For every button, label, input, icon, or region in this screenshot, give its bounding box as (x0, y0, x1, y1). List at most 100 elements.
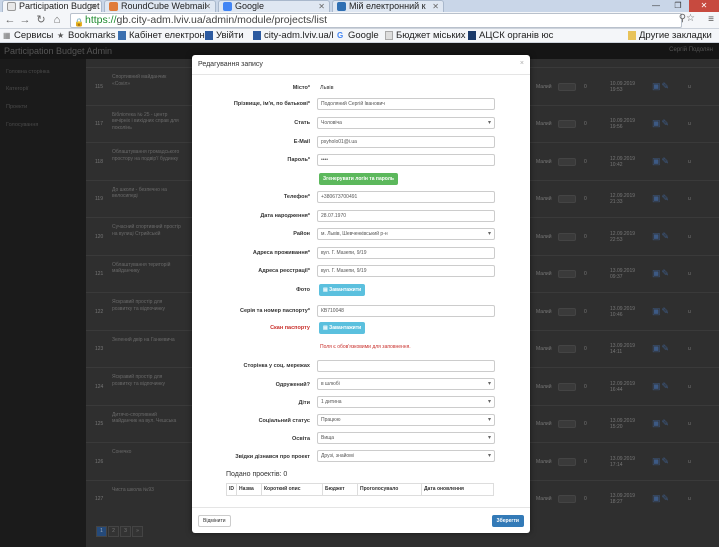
social-status-select[interactable]: Працюю (317, 414, 495, 426)
back-icon[interactable]: ← (4, 14, 16, 26)
address-input[interactable]: вул. Г. Мазепи, 9/19 (317, 247, 495, 259)
page-link[interactable]: 2 (108, 526, 119, 537)
row-status: Малий (536, 458, 552, 465)
pdf-edit-icons[interactable]: ▣✎ (652, 418, 670, 429)
minimize-icon[interactable]: — (645, 0, 667, 12)
district-select[interactable]: м. Львів, Шевченківський р-н (317, 228, 495, 240)
bookmark-budget[interactable]: Бюджет міських (385, 29, 466, 42)
row-select[interactable] (558, 232, 576, 241)
row-select[interactable] (558, 82, 576, 91)
row-select[interactable] (558, 307, 576, 316)
row-title: Облаштування громадського простору на по… (112, 149, 180, 162)
source-select[interactable]: Друзі, знайомі (317, 450, 495, 462)
save-button[interactable]: Зберегти (491, 515, 524, 527)
generate-credentials-button[interactable]: Згенерувати логін та пароль (319, 173, 398, 185)
bookmark-city-adm[interactable]: city-adm.lviv.ua/l (253, 29, 334, 42)
close-icon[interactable]: ✕ (204, 1, 211, 12)
dob-input[interactable]: 28.07.1970 (317, 210, 495, 222)
bookmark-services[interactable]: ▦ Сервисы (3, 29, 53, 42)
forward-icon[interactable]: → (19, 14, 31, 26)
bookmark-login[interactable]: Увійти (205, 29, 244, 42)
cancel-button[interactable]: Відмінити (198, 515, 231, 527)
pdf-edit-icons[interactable]: ▣✎ (652, 381, 670, 392)
page-link[interactable]: » (132, 526, 143, 537)
zoom-star-icons[interactable]: ⚲☆ (679, 13, 695, 24)
address-bar[interactable]: 🔒 https://gb.city-adm.lviv.ua/admin/modu… (70, 13, 682, 28)
sidebar-item-categories[interactable]: Категорії (6, 86, 28, 92)
passport-input[interactable]: КВ710048 (317, 305, 495, 317)
tab-roundcube[interactable]: RoundCube Webmail ✕ (104, 0, 216, 12)
row-select[interactable] (558, 382, 576, 391)
row-select[interactable] (558, 457, 576, 466)
menu-icon[interactable]: ≡ (708, 14, 714, 25)
upload-scan-button[interactable]: ▤ Завантажити (319, 322, 366, 334)
current-user[interactable]: Сергiй Подолян (669, 47, 713, 53)
bookmark-acsk[interactable]: АЦСК органів юс (468, 29, 553, 42)
tab-participation-budget[interactable]: Participation Budget ✕ (2, 0, 102, 12)
page-link[interactable]: 1 (96, 526, 107, 537)
pdf-edit-icons[interactable]: ▣✎ (652, 81, 670, 92)
close-icon[interactable]: ✕ (432, 1, 439, 12)
password-input[interactable]: •••• (317, 154, 495, 166)
children-select[interactable]: 1 дитина (317, 396, 495, 408)
bookmark-bookmarks[interactable]: ★ Bookmarks (57, 29, 116, 42)
row-flag: u (688, 308, 691, 315)
pdf-edit-icons[interactable]: ▣✎ (652, 193, 670, 204)
close-icon[interactable]: × (520, 60, 524, 67)
row-status: Малий (536, 158, 552, 165)
pdf-edit-icons[interactable]: ▣✎ (652, 268, 670, 279)
reg-address-input[interactable]: вул. Г. Мазепи, 9/19 (317, 265, 495, 277)
row-select[interactable] (558, 345, 576, 354)
social-input[interactable] (317, 360, 495, 372)
row-select[interactable] (558, 195, 576, 204)
bookmark-other[interactable]: Другие закладки (628, 29, 712, 42)
pdf-edit-icons[interactable]: ▣✎ (652, 456, 670, 467)
row-select[interactable] (558, 495, 576, 504)
bookmark-google[interactable]: G Google (337, 29, 379, 42)
close-icon[interactable]: ✕ (318, 1, 325, 12)
reload-icon[interactable]: ↻ (35, 14, 47, 26)
name-input[interactable]: Подоляний Сергій Іванович (317, 98, 495, 110)
window-close-icon[interactable]: ✕ (689, 0, 719, 12)
tab-google[interactable]: Google ✕ (218, 0, 330, 12)
row-select[interactable] (558, 420, 576, 429)
row-votes: 0 (584, 121, 587, 128)
bookmark-cabinet[interactable]: Кабінет електроні (118, 29, 207, 42)
sidebar-item-home[interactable]: Головна сторінка (6, 69, 50, 75)
pdf-edit-icons[interactable]: ▣✎ (652, 156, 670, 167)
married-select[interactable]: в шлюбі (317, 378, 495, 390)
row-flag: u (688, 458, 691, 465)
row-number: 125 (95, 421, 104, 428)
window-controls: — ❐ ✕ (645, 0, 719, 12)
pdf-edit-icons[interactable]: ▣✎ (652, 118, 670, 129)
app-title: Participation Budget Admin (4, 46, 113, 56)
tab-cabinet[interactable]: Мій електронний к ✕ (332, 0, 444, 12)
home-icon[interactable]: ⌂ (51, 14, 63, 26)
passport-label: Серія та номер паспорту* (240, 308, 310, 314)
pdf-edit-icons[interactable]: ▣✎ (652, 493, 670, 504)
row-title: Дитячо-спортивний майданчик на вул. Чешс… (112, 411, 177, 425)
row-votes: 0 (584, 308, 587, 315)
row-flag: u (688, 158, 691, 165)
upload-photo-button[interactable]: ▤ Завантажити (319, 284, 366, 296)
pdf-edit-icons[interactable]: ▣✎ (652, 231, 670, 242)
page-link[interactable]: 3 (120, 526, 131, 537)
row-select[interactable] (558, 270, 576, 279)
row-flag: u (688, 83, 691, 90)
row-number: 122 (95, 308, 104, 315)
sidebar-item-voting[interactable]: Голосування (6, 122, 38, 128)
row-select[interactable] (558, 120, 576, 129)
pdf-edit-icons[interactable]: ▣✎ (652, 306, 670, 317)
sidebar-item-projects[interactable]: Проекти (6, 104, 27, 110)
children-label: Діти (298, 400, 310, 406)
gender-select[interactable]: Чоловіча (317, 117, 495, 129)
close-icon[interactable]: ✕ (90, 1, 97, 12)
education-select[interactable]: Вища (317, 432, 495, 444)
email-input[interactable]: psyholo01@i.ua (317, 136, 495, 148)
pdf-edit-icons[interactable]: ▣✎ (652, 343, 670, 354)
row-select[interactable] (558, 157, 576, 166)
row-status: Малий (536, 233, 552, 240)
phone-input[interactable]: +380673700491 (317, 191, 495, 203)
lock-icon: 🔒 (74, 18, 84, 27)
maximize-icon[interactable]: ❐ (667, 0, 689, 12)
